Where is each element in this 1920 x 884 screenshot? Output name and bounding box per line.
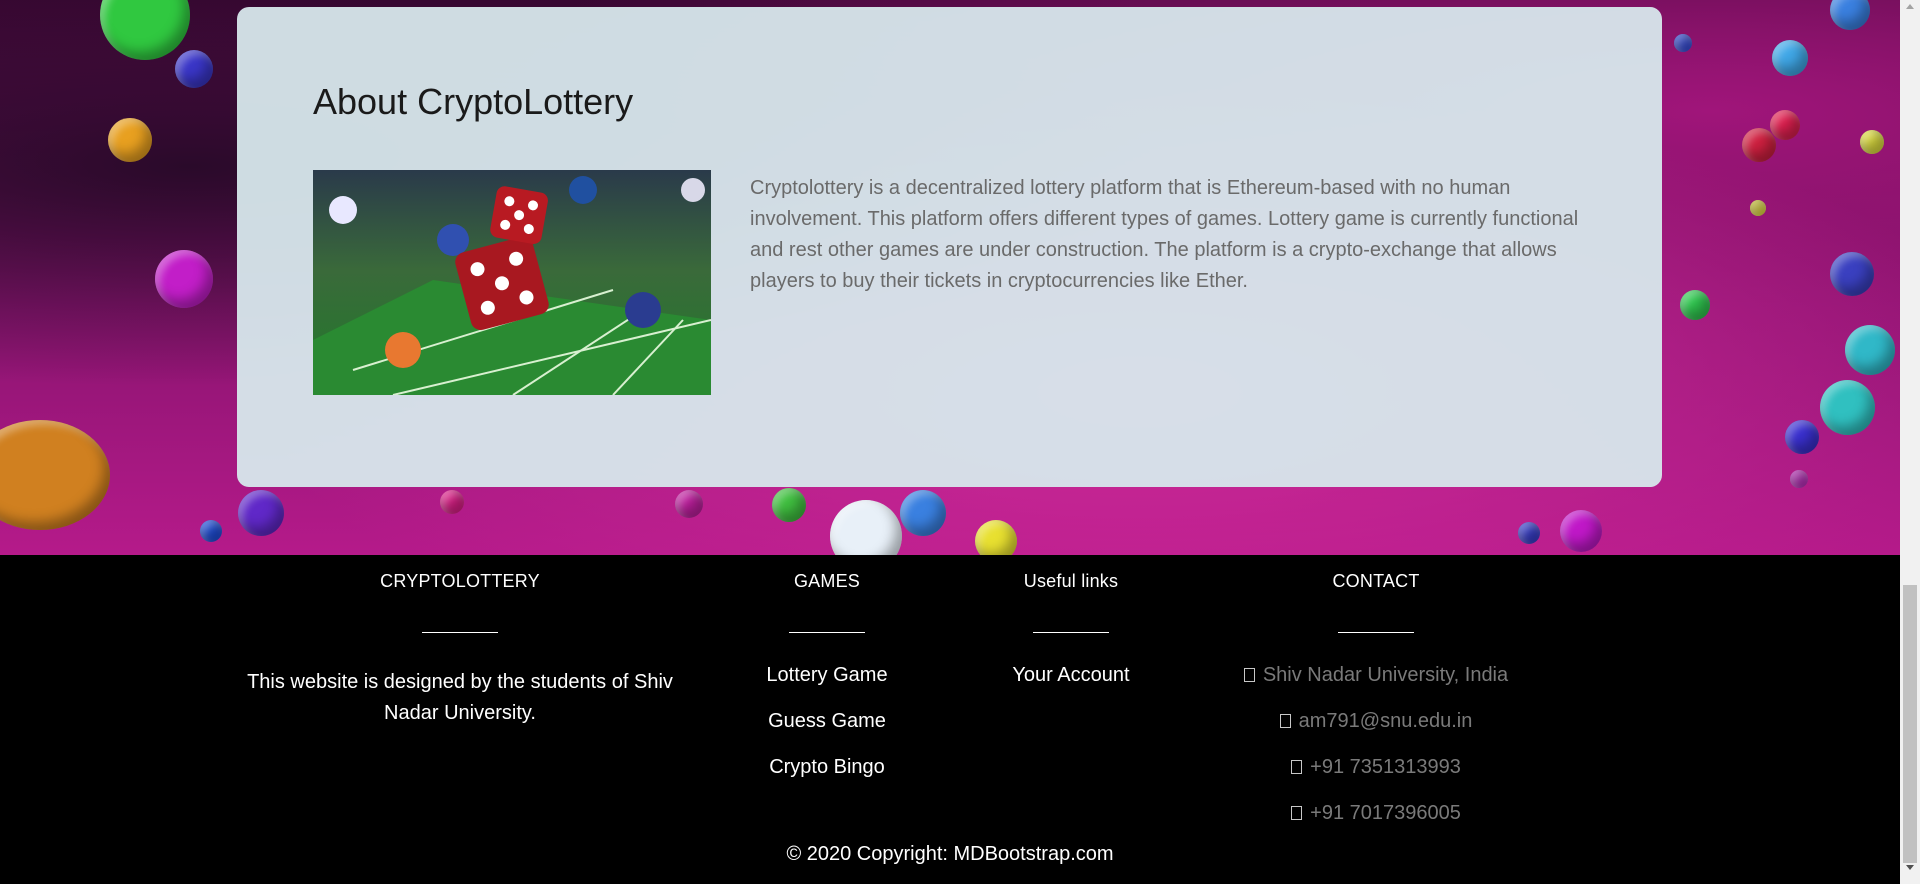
dice-image xyxy=(313,170,711,395)
scrollbar-thumb[interactable] xyxy=(1903,585,1917,863)
footer: CRYPTOLOTTERY This website is designed b… xyxy=(0,555,1900,884)
contact-email-text: am791@snu.edu.in xyxy=(1298,710,1473,732)
print-icon xyxy=(1291,806,1303,820)
page: About CryptoLottery Cryptolottery is a d… xyxy=(0,0,1920,884)
contact-fax-text: +91 7017396005 xyxy=(1310,802,1461,824)
phone-icon xyxy=(1291,760,1303,774)
footer-games-divider xyxy=(789,632,865,633)
about-card: About CryptoLottery Cryptolottery is a d… xyxy=(237,7,1662,487)
vertical-scrollbar[interactable] xyxy=(1900,0,1920,884)
contact-fax: +91 7017396005 xyxy=(1226,790,1526,836)
footer-useful-title: Useful links xyxy=(1023,571,1119,591)
dice-image-graphic xyxy=(313,170,711,395)
footer-brand-title: CRYPTOLOTTERY xyxy=(380,571,540,591)
footer-games-title: GAMES xyxy=(793,571,860,591)
link-your-account[interactable]: Your Account xyxy=(971,652,1171,698)
footer-brand-divider xyxy=(422,632,498,633)
footer-games-links: Lottery Game Guess Game Crypto Bingo xyxy=(727,652,927,790)
footer-games-column: GAMES Lottery Game Guess Game Crypto Bin… xyxy=(727,555,927,790)
link-lottery-game[interactable]: Lottery Game xyxy=(727,652,927,698)
footer-useful-column: Useful links Your Account xyxy=(971,555,1171,698)
footer-contact-title: CONTACT xyxy=(1332,571,1420,591)
contact-email: am791@snu.edu.in xyxy=(1226,698,1526,744)
footer-contact-column: CONTACT Shiv Nadar University, India am7… xyxy=(1226,555,1526,836)
footer-contact-divider xyxy=(1338,632,1414,633)
footer-brand-column: CRYPTOLOTTERY This website is designed b… xyxy=(240,555,680,729)
home-icon xyxy=(1243,668,1255,682)
contact-phone-text: +91 7351313993 xyxy=(1310,756,1461,778)
scroll-down-icon[interactable] xyxy=(1906,865,1914,870)
footer-brand-text: This website is designed by the students… xyxy=(247,671,673,724)
contact-phone: +91 7351313993 xyxy=(1226,744,1526,790)
envelope-icon xyxy=(1279,714,1291,728)
scroll-up-icon[interactable] xyxy=(1906,4,1914,9)
footer-useful-links: Your Account xyxy=(971,652,1171,698)
footer-copyright: © 2020 Copyright: MDBootstrap.com xyxy=(786,843,1114,865)
about-description: Cryptolottery is a decentralized lottery… xyxy=(750,177,1579,292)
footer-useful-divider xyxy=(1033,632,1109,633)
footer-contact-list: Shiv Nadar University, India am791@snu.e… xyxy=(1226,652,1526,836)
about-title: About CryptoLottery xyxy=(313,81,634,122)
link-guess-game[interactable]: Guess Game xyxy=(727,698,927,744)
contact-address: Shiv Nadar University, India xyxy=(1226,652,1526,698)
contact-address-text: Shiv Nadar University, India xyxy=(1262,664,1509,686)
link-crypto-bingo[interactable]: Crypto Bingo xyxy=(727,744,927,790)
